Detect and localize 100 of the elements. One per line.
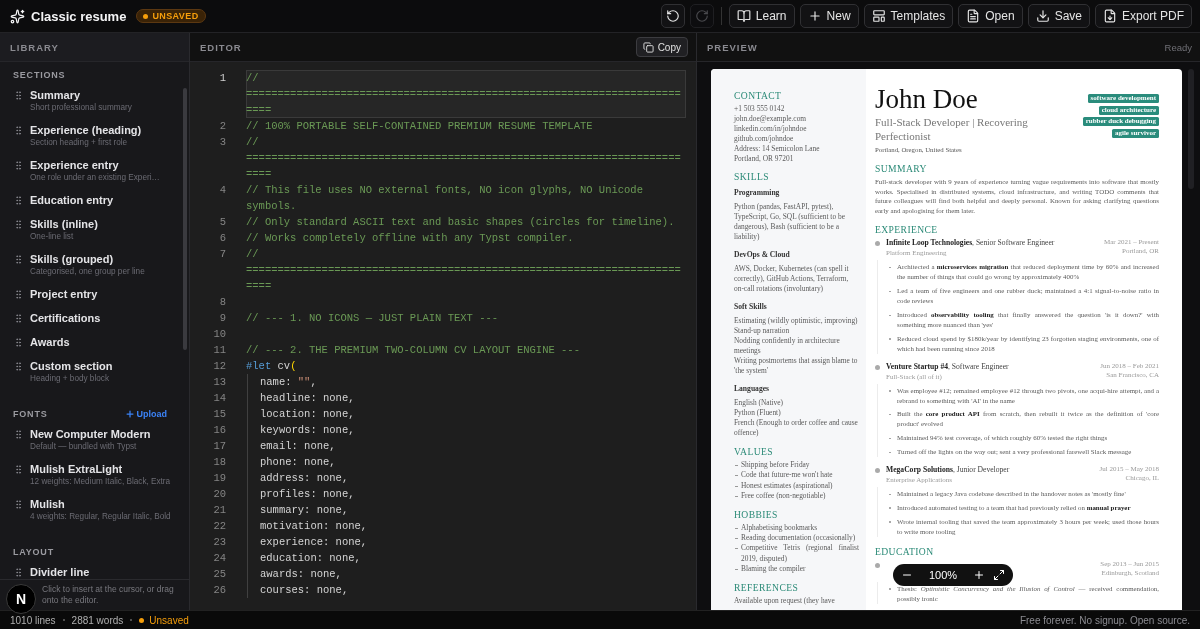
timeline-dot [875,468,880,474]
code-line: name: "", [247,374,686,390]
line-number: 16 [212,423,226,438]
line-number: 2 [218,119,226,134]
line-number: 10 [212,327,226,342]
learn-button[interactable]: Learn [728,4,795,28]
new-button[interactable]: New [799,4,859,28]
tagline: Free forever. No signup. Open source. [1019,614,1190,626]
line-number: 18 [212,455,226,470]
section-heading: EDUCATION [875,545,935,557]
group-heading: LAYOUT [13,547,54,557]
line-number: 21 [212,503,226,518]
library-item[interactable]: Experience (heading) Section heading + first role [13,118,181,153]
document-icon [966,9,981,23]
fullscreen-button[interactable] [993,569,1006,581]
library-item[interactable]: Mulish 4 weights: Regular, Regular Italic, Bold [13,492,181,527]
open-button[interactable]: Open [958,4,1023,28]
zoom-level: 100% [928,569,959,581]
group-heading: FONTS [13,409,48,419]
grip-icon [13,195,24,206]
section-heading: HOBBIES [734,508,779,520]
code-line: profiles: none, [247,486,686,502]
code-line: address: none, [247,470,686,486]
line-number: 7 [218,247,226,262]
line-number: 9 [218,311,226,326]
library-item[interactable]: Skills (inline) One-line list [13,212,181,247]
grip-icon [13,125,24,136]
library-item[interactable]: Skills (grouped) Categorised, one group per line [13,247,181,282]
grip-icon [13,160,24,171]
line-number: 14 [212,391,226,406]
section-heading: EXPERIENCE [875,224,939,236]
library-item[interactable]: Certifications [13,306,181,330]
grip-icon [13,289,24,300]
copy-icon [642,41,654,53]
line-number: 6 [218,231,226,246]
library-item[interactable]: Education entry [13,188,181,212]
templates-button[interactable]: Templates [863,4,954,28]
code-line: // This file uses NO external fonts, NO icon glyphs, NO Unicode symbols. [246,183,644,214]
grip-icon [13,499,24,510]
pane-title: EDITOR [200,41,242,53]
code-line: location: none, [247,406,686,422]
plus-icon [807,9,822,23]
undo-button[interactable] [660,4,685,28]
code-line: headline: none, [247,390,686,406]
export-button[interactable]: Export PDF [1095,4,1192,28]
section-heading: SUMMARY [875,163,928,174]
line-number: 12 [212,359,226,374]
library-item[interactable]: Summary Short professional summary [13,83,181,118]
grip-icon [13,464,24,475]
zoom-in-button[interactable] [973,569,986,581]
line-number: 19 [212,471,226,486]
code-line: summary: none, [247,502,686,518]
line-number: 23 [212,535,226,550]
document-title: Classic resume [31,8,127,24]
line-number: 25 [212,567,226,582]
book-icon [736,9,751,23]
library-item[interactable]: Project entry [13,282,181,306]
line-number: 22 [212,519,226,534]
pane-title: LIBRARY [10,41,59,53]
library-item[interactable]: Divider line [13,560,181,579]
line-number: 8 [218,295,226,310]
code-line: courses: none, [247,582,686,598]
library-item[interactable]: Mulish ExtraLight 12 weights: Medium Italic, Black, Extra [13,457,181,492]
section-heading: SKILLS [734,171,770,182]
section-heading: REFERENCES [734,581,800,593]
save-status: Unsaved [139,614,189,626]
undo-icon [665,9,680,23]
count-text: 2881 words [71,614,124,626]
dev-badge[interactable]: N [6,584,36,614]
copy-button[interactable]: Copy [635,37,688,57]
count-text: 1010 lines [10,614,56,626]
grip-icon [13,567,24,578]
line-number: 17 [212,439,226,454]
grip-icon [13,429,24,440]
save-button[interactable]: Save [1027,4,1090,28]
code-line: email: none, [247,438,686,454]
grip-icon [13,337,24,348]
code-line: phone: none, [247,454,686,470]
person-name: John Doe [875,85,979,113]
library-item[interactable]: Custom section Heading + body block [13,354,181,389]
scrollbar[interactable] [183,88,187,350]
sparkles-icon [10,8,25,24]
group-heading: SECTIONS [13,70,66,80]
download-icon [1035,9,1050,23]
grip-icon [13,90,24,101]
code-line: experience: none, [247,534,686,550]
timeline-dot [875,241,880,247]
code-line: keywords: none, [247,422,686,438]
timeline-dot [875,562,880,568]
line-number: 26 [212,583,226,598]
code-line: // --- 1. NO ICONS — JUST PLAIN TEXT --- [246,311,500,326]
code-line: awards: none, [247,566,686,582]
code-line: education: none, [247,550,686,566]
library-item[interactable]: Experience entry One role under an existing Experi… [13,153,181,188]
line-number: 20 [212,487,226,502]
library-item[interactable]: New Computer Modern Default — bundled with Typst [13,422,181,457]
upload-link[interactable]: Upload [124,409,167,419]
grip-icon [13,219,24,230]
library-item[interactable]: Awards [13,330,181,354]
code-line: motivation: none, [247,518,686,534]
